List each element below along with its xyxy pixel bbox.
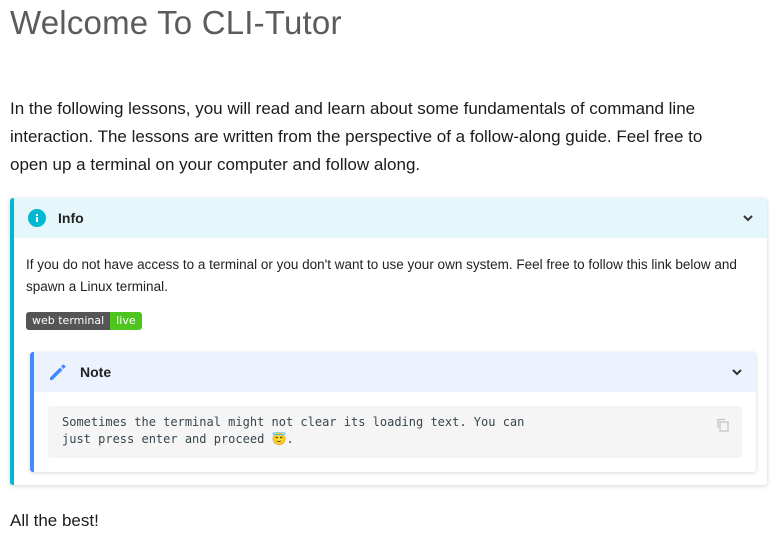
intro-paragraph: In the following lessons, you will read … <box>10 99 703 174</box>
page-title: Welcome To CLI-Tutor <box>10 4 342 41</box>
note-admonition-body: Sometimes the terminal might not clear i… <box>34 392 756 458</box>
chevron-down-icon[interactable] <box>730 365 744 379</box>
badge-status: live <box>110 312 142 330</box>
info-admonition-header[interactable]: Info <box>14 198 767 238</box>
info-admonition-body: If you do not have access to a terminal … <box>14 238 767 330</box>
code-line: Sometimes the terminal might not clear i… <box>62 415 525 429</box>
badge-label: web terminal <box>26 312 111 330</box>
info-text: If you do not have access to a terminal … <box>26 257 737 294</box>
code-line: just press enter and proceed 😇. <box>62 432 294 446</box>
info-admonition: Info If you do not have access to a term… <box>10 198 767 485</box>
note-admonition: Note Sometimes the terminal might not cl… <box>30 352 756 472</box>
pencil-icon <box>50 364 66 380</box>
note-admonition-header[interactable]: Note <box>34 352 756 392</box>
copy-icon[interactable] <box>716 418 730 432</box>
closing-text: All the best! <box>10 511 99 530</box>
code-block: Sometimes the terminal might not clear i… <box>48 406 742 458</box>
info-admonition-title: Info <box>58 210 84 226</box>
web-terminal-badge-link[interactable]: web terminal live <box>26 312 142 330</box>
note-admonition-title: Note <box>80 364 112 380</box>
info-icon <box>28 209 46 227</box>
chevron-down-icon[interactable] <box>741 211 755 225</box>
